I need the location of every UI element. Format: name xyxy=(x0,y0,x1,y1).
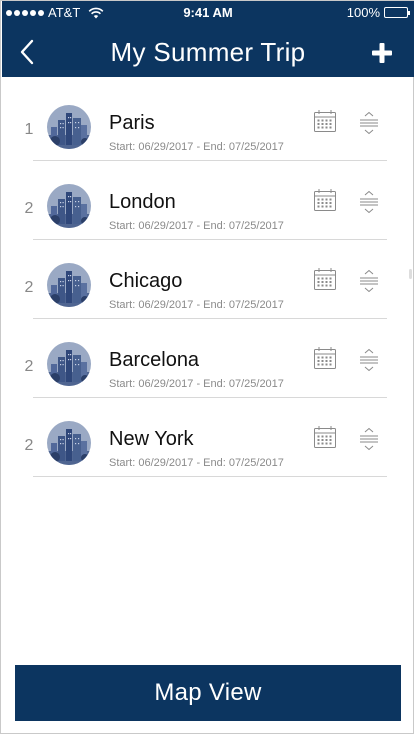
trip-number: 2 xyxy=(24,437,34,454)
add-trip-button[interactable] xyxy=(368,39,396,67)
city-avatar[interactable] xyxy=(47,263,91,307)
drag-handle-icon xyxy=(360,348,378,372)
map-view-button[interactable]: Map View xyxy=(15,665,401,721)
trip-dates: Start: 06/29/2017 - End: 07/25/2017 xyxy=(109,299,284,311)
reorder-handle[interactable] xyxy=(357,427,381,451)
city-avatar[interactable] xyxy=(47,342,91,386)
trip-row[interactable]: 1 Paris Start: 06/29/2017 - End: 07/25/2… xyxy=(1,81,413,161)
drag-handle-icon xyxy=(360,269,378,293)
trip-number: 1 xyxy=(24,121,34,138)
city-name: London xyxy=(109,191,176,213)
calendar-button[interactable] xyxy=(313,425,337,449)
reorder-handle[interactable] xyxy=(357,111,381,135)
calendar-button[interactable] xyxy=(313,109,337,133)
calendar-button[interactable] xyxy=(313,188,337,212)
trip-row[interactable]: 2 London Start: 06/29/2017 - End: 07/25/… xyxy=(1,160,413,240)
city-skyline-icon xyxy=(47,105,91,149)
city-skyline-icon xyxy=(47,421,91,465)
city-skyline-icon xyxy=(47,263,91,307)
app-header: AT&T 9:41 AM 100% My Summer Trip xyxy=(2,1,414,77)
status-right: 100% xyxy=(346,5,410,20)
row-divider xyxy=(33,476,387,477)
page-title: My Summer Trip xyxy=(110,37,306,67)
city-avatar[interactable] xyxy=(47,184,91,228)
trip-number: 2 xyxy=(24,358,34,375)
city-name: New York xyxy=(109,428,194,450)
city-skyline-icon xyxy=(47,342,91,386)
status-bar: AT&T 9:41 AM 100% xyxy=(2,1,414,25)
battery-icon xyxy=(384,7,410,18)
trip-dates: Start: 06/29/2017 - End: 07/25/2017 xyxy=(109,378,284,390)
trip-row[interactable]: 2 Chicago Start: 06/29/2017 - End: 07/25… xyxy=(1,239,413,319)
nav-bar: My Summer Trip xyxy=(2,29,414,77)
trip-list: 1 Paris Start: 06/29/2017 - End: 07/25/2… xyxy=(1,81,413,477)
drag-handle-icon xyxy=(360,427,378,451)
calendar-button[interactable] xyxy=(313,267,337,291)
city-avatar[interactable] xyxy=(47,421,91,465)
trip-dates: Start: 06/29/2017 - End: 07/25/2017 xyxy=(109,457,284,469)
battery-percent: 100% xyxy=(346,5,380,20)
trip-row[interactable]: 2 Barcelona Start: 06/29/2017 - End: 07/… xyxy=(1,318,413,398)
city-skyline-icon xyxy=(47,184,91,228)
drag-handle-icon xyxy=(360,190,378,214)
city-name: Chicago xyxy=(109,270,183,292)
city-name: Barcelona xyxy=(109,349,200,371)
trip-number: 2 xyxy=(24,200,34,217)
city-name: Paris xyxy=(109,112,155,134)
reorder-handle[interactable] xyxy=(357,269,381,293)
trip-row[interactable]: 2 New York Start: 06/29/2017 - End: 07/2… xyxy=(1,397,413,477)
plus-icon xyxy=(372,43,392,63)
city-avatar[interactable] xyxy=(47,105,91,149)
trip-dates: Start: 06/29/2017 - End: 07/25/2017 xyxy=(109,220,284,232)
phone-frame: AT&T 9:41 AM 100% My Summer Trip 1 Paris… xyxy=(0,0,414,734)
drag-handle-icon xyxy=(360,111,378,135)
reorder-handle[interactable] xyxy=(357,348,381,372)
trip-dates: Start: 06/29/2017 - End: 07/25/2017 xyxy=(109,141,284,153)
trip-number: 2 xyxy=(24,279,34,296)
calendar-button[interactable] xyxy=(313,346,337,370)
reorder-handle[interactable] xyxy=(357,190,381,214)
scroll-indicator[interactable] xyxy=(409,269,412,279)
